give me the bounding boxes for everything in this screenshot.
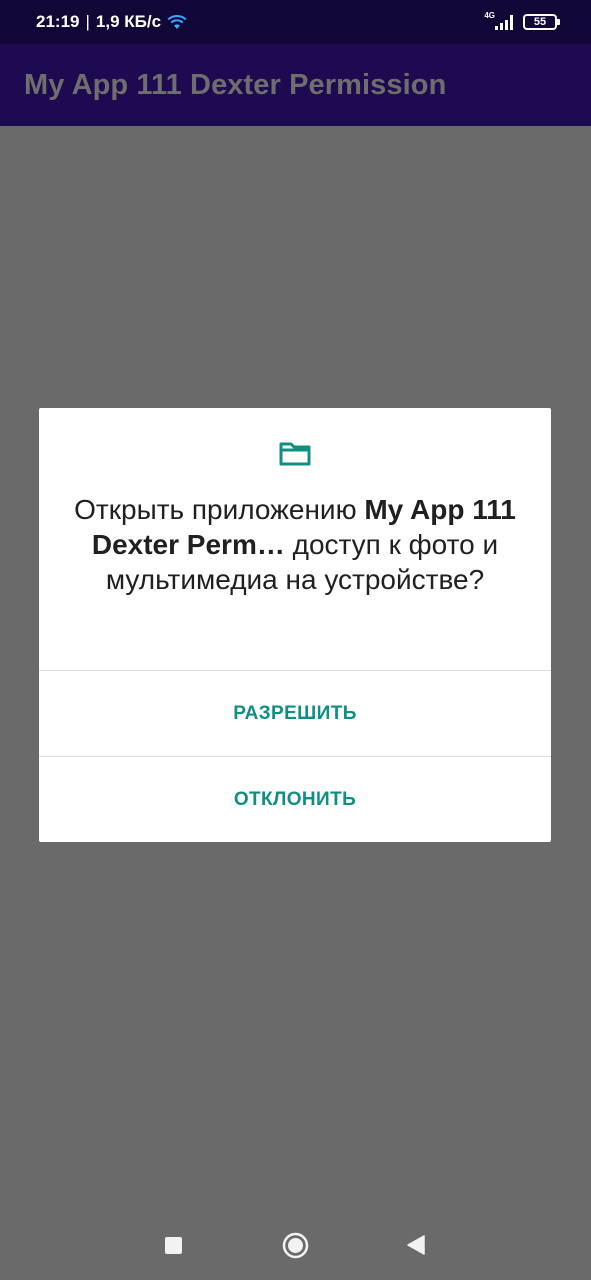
back-icon[interactable] — [405, 1234, 427, 1256]
permission-dialog: Открыть приложению My App 111 Dexter Per… — [39, 408, 551, 842]
status-separator: | — [85, 12, 90, 31]
navigation-bar — [0, 1210, 591, 1280]
status-left: 21:19 | 1,9 КБ/с — [36, 12, 187, 32]
deny-button[interactable]: ОТКЛОНИТЬ — [39, 757, 551, 842]
recents-icon[interactable] — [165, 1237, 182, 1254]
wifi-icon — [167, 15, 187, 29]
message-prefix: Открыть приложению — [74, 494, 365, 525]
allow-button[interactable]: РАЗРЕШИТЬ — [39, 671, 551, 756]
dialog-message: Открыть приложению My App 111 Dexter Per… — [69, 492, 521, 597]
folder-icon — [279, 442, 311, 466]
app-bar: My App 111 Dexter Permission — [0, 44, 591, 126]
app-title: My App 111 Dexter Permission — [24, 68, 447, 101]
status-bar: 21:19 | 1,9 КБ/с 4G 55 — [0, 0, 591, 44]
battery-icon: 55 — [523, 14, 560, 30]
home-icon[interactable] — [282, 1232, 309, 1259]
network-speed: 1,9 КБ/с — [95, 12, 162, 31]
network-type: 4G — [484, 10, 495, 20]
status-right: 4G 55 — [484, 10, 560, 30]
signal-icon — [495, 14, 513, 30]
status-time: 21:19 — [36, 12, 80, 31]
battery-level: 55 — [533, 16, 547, 28]
